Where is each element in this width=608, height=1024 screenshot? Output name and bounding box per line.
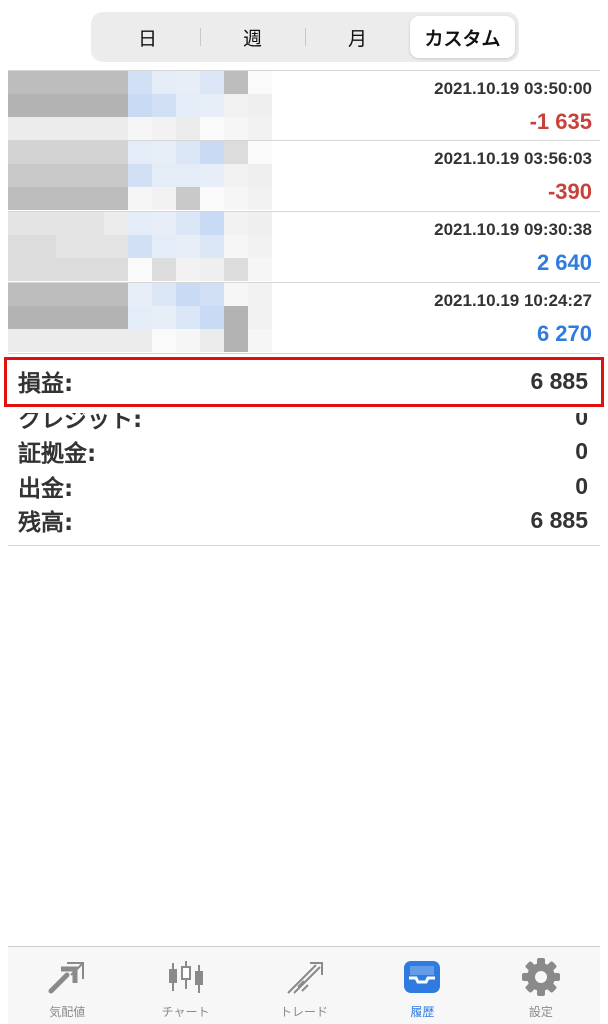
- trade-icon: [287, 962, 324, 994]
- balance-line: 残高: 6 885: [18, 503, 588, 537]
- tab-history[interactable]: 履歴: [363, 947, 481, 1024]
- pixelated-symbol-block: [8, 71, 272, 141]
- trade-row[interactable]: 2021.10.19 03:50:00 -1 635: [8, 70, 600, 141]
- trade-row[interactable]: 2021.10.19 10:24:27 6 270: [8, 283, 600, 354]
- tab-chart-label: チャート: [161, 1005, 210, 1019]
- profit-highlight-box: [4, 357, 604, 407]
- credit-value: 0: [575, 403, 588, 430]
- trade-time: 2021.10.19 03:56:03: [434, 149, 592, 168]
- balance-label: 残高:: [18, 510, 74, 536]
- tab-quotes-label: 気配値: [49, 1005, 86, 1019]
- margin-line: 証拠金: 0: [18, 434, 588, 468]
- withdrawal-label: 出金:: [18, 476, 74, 502]
- balance-value: 6 885: [530, 506, 588, 533]
- tab-trade[interactable]: トレード: [245, 947, 363, 1024]
- trade-amount: -1 635: [529, 109, 592, 134]
- segment-month[interactable]: 月: [305, 16, 410, 58]
- pixelated-symbol-block: [8, 212, 272, 282]
- withdrawal-value: 0: [575, 472, 588, 499]
- period-segmented-control: 日 週 月 カスタム: [91, 12, 519, 62]
- margin-label: 証拠金:: [18, 441, 97, 467]
- tab-history-label: 履歴: [410, 1005, 435, 1019]
- trade-row[interactable]: 2021.10.19 03:56:03 -390: [8, 141, 600, 212]
- pixelated-symbol-block: [8, 141, 272, 211]
- bottom-tab-bar: 気配値 チャート トレード 履歴 設定: [8, 946, 600, 1024]
- history-icon: [404, 961, 441, 993]
- trade-amount: 2 640: [536, 250, 592, 275]
- tab-quotes[interactable]: 気配値: [8, 947, 126, 1024]
- trade-time: 2021.10.19 09:30:38: [434, 220, 592, 239]
- margin-value: 0: [575, 437, 588, 464]
- segment-week[interactable]: 週: [200, 16, 305, 58]
- trade-amount: -390: [547, 179, 592, 204]
- trade-amount: 6 270: [536, 321, 592, 346]
- tab-settings[interactable]: 設定: [482, 947, 600, 1024]
- quotes-icon: [48, 962, 85, 994]
- pixelated-symbol-block: [8, 283, 272, 353]
- trade-history-list: 2021.10.19 03:50:00 -1 635 2021.10.19 03…: [8, 70, 600, 354]
- settings-icon: [521, 958, 560, 996]
- segment-day[interactable]: 日: [95, 16, 200, 58]
- withdrawal-line: 出金: 0: [18, 469, 588, 503]
- chart-icon: [168, 961, 203, 993]
- trade-row[interactable]: 2021.10.19 09:30:38 2 640: [8, 212, 600, 283]
- tab-trade-label: トレード: [280, 1005, 329, 1019]
- tab-settings-label: 設定: [528, 1005, 553, 1019]
- segment-custom[interactable]: カスタム: [410, 16, 515, 58]
- trade-time: 2021.10.19 10:24:27: [434, 291, 592, 310]
- tab-chart[interactable]: チャート: [126, 947, 244, 1024]
- trade-time: 2021.10.19 03:50:00: [434, 79, 592, 98]
